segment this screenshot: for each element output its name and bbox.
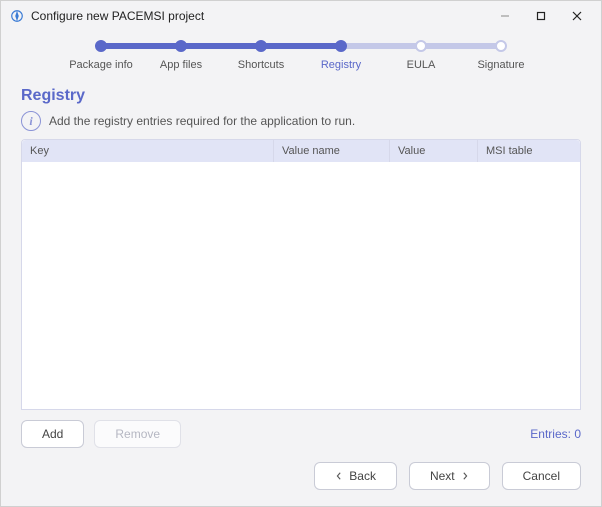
wizard-stepper: Package info App files Shortcuts Registr… [1, 31, 601, 75]
step-label: Package info [69, 59, 133, 71]
section-title: Registry [21, 87, 581, 105]
info-row: i Add the registry entries required for … [21, 111, 581, 131]
titlebar: Configure new PACEMSI project [1, 1, 601, 31]
step-label: Registry [321, 59, 361, 71]
step-label: App files [160, 59, 202, 71]
back-label: Back [349, 469, 376, 483]
wizard-footer: Back Next Cancel [1, 448, 601, 506]
table-body-empty [22, 162, 580, 409]
col-header-key[interactable]: Key [22, 140, 274, 162]
close-button[interactable] [559, 2, 595, 30]
window-title: Configure new PACEMSI project [31, 9, 204, 23]
dialog-window: Configure new PACEMSI project Package in… [0, 0, 602, 507]
chevron-right-icon [461, 472, 469, 480]
info-text: Add the registry entries required for th… [49, 114, 355, 128]
step-label: EULA [407, 59, 436, 71]
col-header-value[interactable]: Value [390, 140, 478, 162]
add-button[interactable]: Add [21, 420, 84, 448]
minimize-button[interactable] [487, 2, 523, 30]
back-button[interactable]: Back [314, 462, 397, 490]
cancel-button[interactable]: Cancel [502, 462, 581, 490]
next-label: Next [430, 469, 455, 483]
content-area: Registry i Add the registry entries requ… [1, 75, 601, 448]
step-label: Signature [477, 59, 524, 71]
registry-table: Key Value name Value MSI table [21, 139, 581, 410]
info-icon: i [21, 111, 41, 131]
table-header-row: Key Value name Value MSI table [22, 140, 580, 162]
remove-button: Remove [94, 420, 181, 448]
entries-count: Entries: 0 [530, 427, 581, 441]
chevron-left-icon [335, 472, 343, 480]
step-label: Shortcuts [238, 59, 284, 71]
table-actions: Add Remove Entries: 0 [21, 410, 581, 448]
next-button[interactable]: Next [409, 462, 490, 490]
step-package-info[interactable]: Package info [61, 37, 141, 71]
maximize-button[interactable] [523, 2, 559, 30]
col-header-value-name[interactable]: Value name [274, 140, 390, 162]
col-header-msi-table[interactable]: MSI table [478, 140, 580, 162]
app-icon [9, 8, 25, 24]
